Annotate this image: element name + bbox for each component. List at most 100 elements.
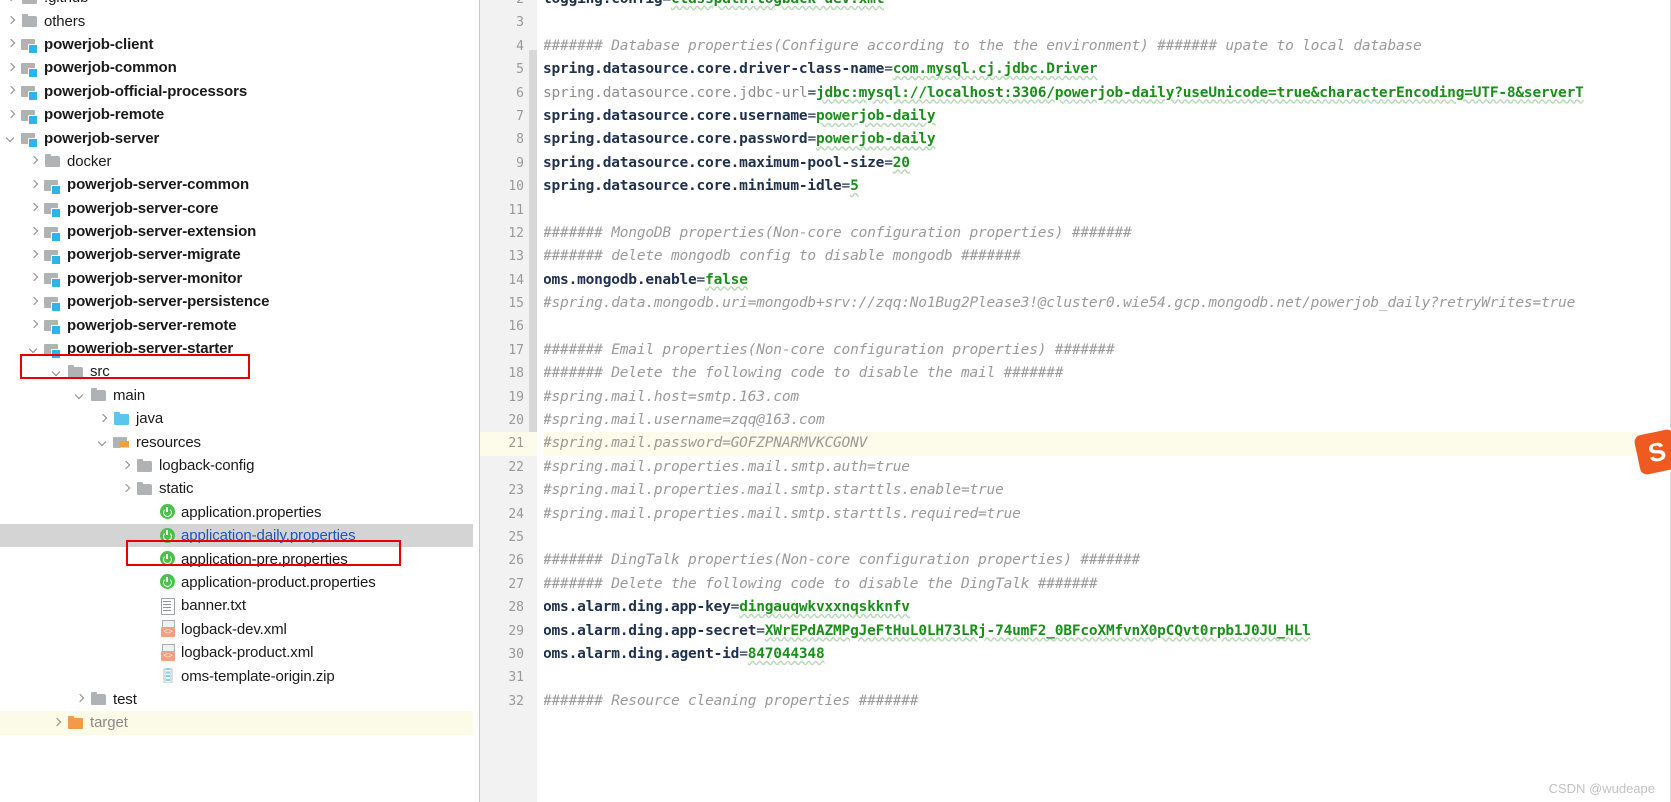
tree-item-main[interactable]: main bbox=[0, 384, 473, 407]
tree-item-oms-template-origin-zip[interactable]: oms-template-origin.zip bbox=[0, 664, 473, 687]
spring-properties-icon bbox=[159, 573, 177, 591]
tree-item--github[interactable]: .github bbox=[0, 0, 473, 9]
module-folder-icon bbox=[44, 224, 62, 242]
chevron-right-icon[interactable] bbox=[27, 224, 42, 239]
code-line-12[interactable]: 12 ####### MongoDB properties(Non-core co… bbox=[480, 222, 1671, 245]
tree-item-src[interactable]: src bbox=[0, 360, 473, 383]
tree-item-others[interactable]: others bbox=[0, 9, 473, 32]
code-line-4[interactable]: 4 ####### Database properties(Configure a… bbox=[480, 35, 1671, 58]
chevron-down-icon[interactable] bbox=[50, 364, 65, 379]
chevron-right-icon[interactable] bbox=[73, 692, 88, 707]
tree-item-logback-config[interactable]: logback-config bbox=[0, 454, 473, 477]
tree-item-powerjob-server-core[interactable]: powerjob-server-core bbox=[0, 197, 473, 220]
project-tree-list[interactable]: .github others powerjob-client powerjob-com… bbox=[0, 0, 473, 735]
chevron-right-icon[interactable] bbox=[27, 294, 42, 309]
chevron-right-icon[interactable] bbox=[4, 84, 19, 99]
tree-item-powerjob-official-processors[interactable]: powerjob-official-processors bbox=[0, 80, 473, 103]
tree-item-powerjob-remote[interactable]: powerjob-remote bbox=[0, 103, 473, 126]
tree-item-logback-product-xml[interactable]: logback-product.xml bbox=[0, 641, 473, 664]
chevron-right-icon[interactable] bbox=[27, 154, 42, 169]
tree-item-application-properties[interactable]: application.properties bbox=[0, 501, 473, 524]
project-tree-panel[interactable]: .github others powerjob-client powerjob-com… bbox=[0, 0, 473, 802]
code-line-24[interactable]: 24 #spring.mail.properties.mail.smtp.star… bbox=[480, 503, 1671, 526]
tree-item-powerjob-server-starter[interactable]: powerjob-server-starter bbox=[0, 337, 473, 360]
tree-item-powerjob-common[interactable]: powerjob-common bbox=[0, 56, 473, 79]
code-line-11[interactable]: 11 bbox=[480, 199, 1671, 222]
code-line-3[interactable]: 3 bbox=[480, 11, 1671, 34]
code-line-8[interactable]: 8 spring.datasource.core.password=powerjo… bbox=[480, 128, 1671, 151]
chevron-right-icon[interactable] bbox=[4, 60, 19, 75]
tree-item-application-daily-properties[interactable]: application-daily.properties bbox=[0, 523, 473, 548]
line-number: 20 bbox=[508, 413, 524, 429]
folder-icon bbox=[44, 153, 62, 169]
chevron-right-icon[interactable] bbox=[27, 247, 42, 262]
chevron-right-icon[interactable] bbox=[119, 481, 134, 496]
tree-item-powerjob-server-migrate[interactable]: powerjob-server-migrate bbox=[0, 243, 473, 266]
line-number: 6 bbox=[516, 85, 524, 101]
code-line-13[interactable]: 13 ####### delete mongodb config to disab… bbox=[480, 245, 1671, 268]
tree-item-powerjob-server-remote[interactable]: powerjob-server-remote bbox=[0, 313, 473, 336]
code-line-7[interactable]: 7 spring.datasource.core.username=powerjo… bbox=[480, 105, 1671, 128]
tree-item-docker[interactable]: docker bbox=[0, 150, 473, 173]
chevron-right-icon[interactable] bbox=[4, 0, 19, 5]
chevron-right-icon[interactable] bbox=[27, 318, 42, 333]
tree-item-target[interactable]: target bbox=[0, 711, 473, 735]
code-line-30[interactable]: 30 oms.alarm.ding.agent-id=847044348 bbox=[480, 643, 1671, 666]
tree-item-powerjob-server-extension[interactable]: powerjob-server-extension bbox=[0, 220, 473, 243]
chevron-right-icon[interactable] bbox=[96, 411, 111, 426]
code-editor[interactable]: 2 logging.config=classpath:logback-dev.xm… bbox=[480, 0, 1671, 802]
tree-item-logback-dev-xml[interactable]: logback-dev.xml bbox=[0, 618, 473, 641]
chevron-down-icon[interactable] bbox=[4, 131, 19, 146]
chevron-right-icon[interactable] bbox=[27, 271, 42, 286]
code-line-5[interactable]: 5 spring.datasource.core.driver-class-nam… bbox=[480, 58, 1671, 81]
chevron-right-icon[interactable] bbox=[4, 37, 19, 52]
tree-item-powerjob-client[interactable]: powerjob-client bbox=[0, 33, 473, 56]
code-line-26[interactable]: 26 ####### DingTalk properties(Non-core c… bbox=[480, 549, 1671, 572]
code-line-29[interactable]: 29 oms.alarm.ding.app-secret=XWrEPdAZMPgJ… bbox=[480, 620, 1671, 643]
tree-item-application-product-properties[interactable]: application-product.properties bbox=[0, 571, 473, 594]
code-line-21[interactable]: 21 #spring.mail.password=GOFZPNARMVKCGONV bbox=[480, 432, 1671, 456]
chevron-right-icon[interactable] bbox=[119, 458, 134, 473]
chevron-right-icon[interactable] bbox=[4, 14, 19, 29]
chevron-right-icon[interactable] bbox=[50, 715, 65, 730]
tree-item-static[interactable]: static bbox=[0, 477, 473, 500]
chevron-right-icon[interactable] bbox=[27, 177, 42, 192]
code-line-28[interactable]: 28 oms.alarm.ding.app-key=dingauqwkvxxnqs… bbox=[480, 596, 1671, 619]
code-line-17[interactable]: 17 ####### Email properties(Non-core conf… bbox=[480, 339, 1671, 362]
code-line-18[interactable]: 18 ####### Delete the following code to d… bbox=[480, 362, 1671, 385]
chevron-down-icon[interactable] bbox=[73, 388, 88, 403]
code-line-15[interactable]: 15 #spring.data.mongodb.uri=mongodb+srv:/… bbox=[480, 292, 1671, 315]
code-line-23[interactable]: 23 #spring.mail.properties.mail.smtp.star… bbox=[480, 479, 1671, 502]
code-line-10[interactable]: 10 spring.datasource.core.minimum-idle=5 bbox=[480, 175, 1671, 198]
line-number: 30 bbox=[508, 646, 524, 662]
tree-item-resources[interactable]: resources bbox=[0, 430, 473, 453]
code-line-31[interactable]: 31 bbox=[480, 666, 1671, 689]
code-line-20[interactable]: 20 #spring.mail.username=zqq@163.com bbox=[480, 409, 1671, 432]
code-lines[interactable]: 2 logging.config=classpath:logback-dev.xm… bbox=[480, 0, 1671, 713]
code-line-25[interactable]: 25 bbox=[480, 526, 1671, 549]
code-line-16[interactable]: 16 bbox=[480, 315, 1671, 338]
code-line-19[interactable]: 19 #spring.mail.host=smtp.163.com bbox=[480, 386, 1671, 409]
tree-item-banner-txt[interactable]: banner.txt bbox=[0, 594, 473, 617]
chevron-down-icon[interactable] bbox=[27, 341, 42, 356]
pane-divider[interactable] bbox=[473, 0, 480, 802]
tree-item-application-pre-properties[interactable]: application-pre.properties bbox=[0, 547, 473, 570]
chevron-right-icon[interactable] bbox=[27, 201, 42, 216]
code-line-6[interactable]: 6 spring.datasource.core.jdbc-url=jdbc:my… bbox=[480, 82, 1671, 105]
code-line-27[interactable]: 27 ####### Delete the following code to d… bbox=[480, 573, 1671, 596]
code-text: logging.config=classpath:logback-dev.xml bbox=[543, 0, 884, 11]
tree-item-java[interactable]: java bbox=[0, 407, 473, 430]
code-line-14[interactable]: 14 oms.mongodb.enable=false bbox=[480, 269, 1671, 292]
code-line-32[interactable]: 32 ####### Resource cleaning properties #… bbox=[480, 690, 1671, 713]
tree-item-powerjob-server-monitor[interactable]: powerjob-server-monitor bbox=[0, 267, 473, 290]
tree-item-powerjob-server-persistence[interactable]: powerjob-server-persistence bbox=[0, 290, 473, 313]
code-line-22[interactable]: 22 #spring.mail.properties.mail.smtp.auth… bbox=[480, 456, 1671, 479]
chevron-down-icon[interactable] bbox=[96, 435, 111, 450]
tree-item-powerjob-server[interactable]: powerjob-server bbox=[0, 126, 473, 149]
chevron-right-icon[interactable] bbox=[4, 107, 19, 122]
code-line-9[interactable]: 9 spring.datasource.core.maximum-pool-siz… bbox=[480, 152, 1671, 175]
code-line-2[interactable]: 2 logging.config=classpath:logback-dev.xm… bbox=[480, 0, 1671, 11]
tree-item-powerjob-server-common[interactable]: powerjob-server-common bbox=[0, 173, 473, 196]
tree-item-test[interactable]: test bbox=[0, 688, 473, 711]
